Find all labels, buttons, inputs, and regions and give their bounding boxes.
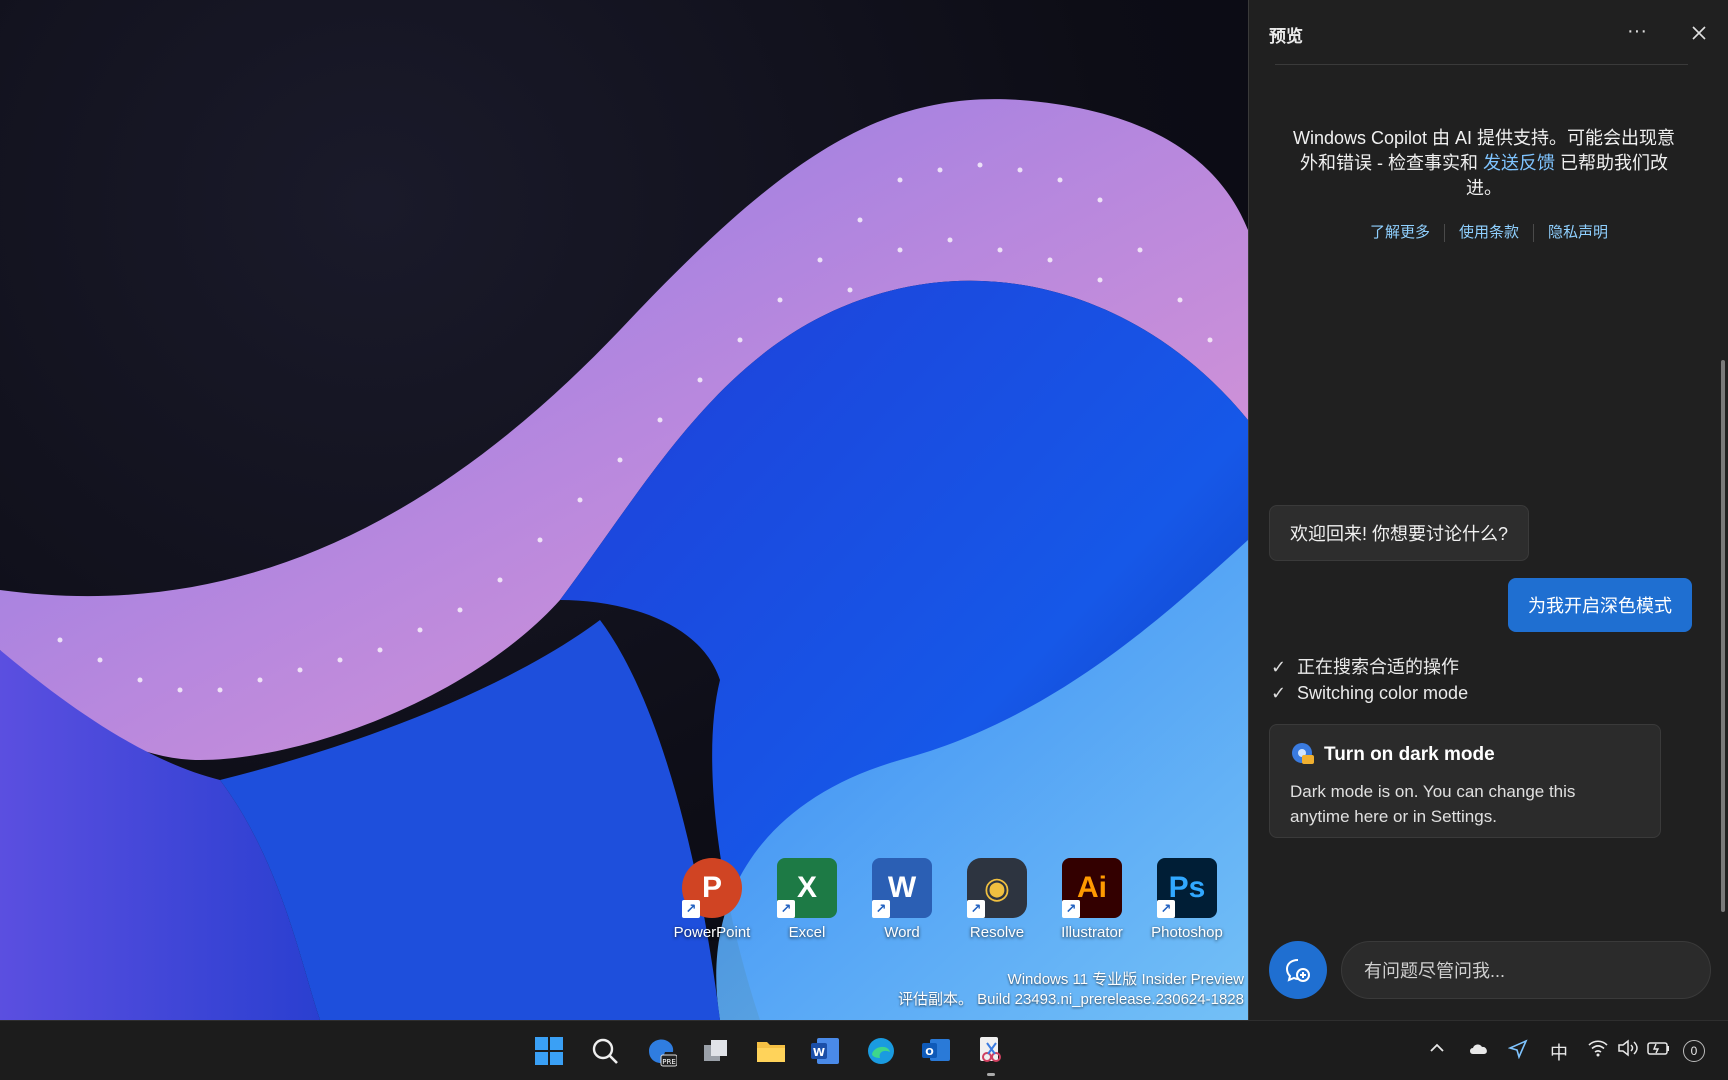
start-button[interactable]	[530, 1032, 568, 1070]
desktop-icon-excel[interactable]: X ↗ Excel	[762, 858, 852, 941]
search-button[interactable]	[586, 1032, 624, 1070]
desktop-icon-photoshop[interactable]: Ps ↗ Photoshop	[1142, 858, 1232, 941]
desktop: P ↗ PowerPoint X ↗ Excel W ↗ Word ◉ ↗ Resolv…	[0, 0, 1248, 1020]
search-icon	[592, 1038, 618, 1064]
copilot-title: 预览	[1269, 27, 1303, 46]
watermark-line-2: 评估副本。 Build 23493.ni_prerelease.230624-1…	[897, 991, 1244, 1008]
copilot-header: 预览 ···	[1249, 0, 1728, 64]
chat-scrollbar[interactable]	[1721, 360, 1725, 912]
new-topic-button[interactable]	[1269, 941, 1327, 999]
ask-me-anything-input[interactable]: 有问题尽管问我...	[1341, 941, 1711, 999]
word-taskbar-button[interactable]: W	[806, 1032, 844, 1070]
outlook-icon: O	[922, 1039, 950, 1061]
new-chat-icon	[1285, 959, 1310, 982]
location-button[interactable]	[1507, 1039, 1528, 1064]
location-arrow-icon	[1507, 1039, 1528, 1060]
wifi-icon	[1588, 1040, 1608, 1057]
photoshop-icon: Ps ↗	[1157, 858, 1217, 918]
wifi-button[interactable]	[1588, 1039, 1608, 1062]
ime-indicator[interactable]: 中	[1550, 1039, 1568, 1065]
checkmark-icon: ✓	[1271, 683, 1287, 703]
resolve-icon: ◉ ↗	[967, 858, 1027, 918]
battery-icon	[1647, 1042, 1669, 1055]
battery-button[interactable]	[1647, 1039, 1671, 1062]
action-step: ✓ Switching color mode	[1271, 683, 1469, 703]
excel-icon: X ↗	[777, 858, 837, 918]
more-options-button[interactable]: ···	[1624, 20, 1650, 46]
desktop-icon-label: Illustrator	[1061, 924, 1123, 941]
card-body: Dark mode is on. You can change this any…	[1290, 782, 1576, 826]
desktop-icon-powerpoint[interactable]: P ↗ PowerPoint	[667, 858, 757, 941]
checkmark-icon: ✓	[1271, 657, 1287, 677]
edge-icon	[868, 1038, 894, 1064]
desktop-icon-label: Resolve	[969, 924, 1025, 941]
card-title: Turn on dark mode	[1324, 744, 1495, 765]
copilot-welcome-message: 欢迎回来! 你想要讨论什么?	[1269, 505, 1530, 561]
volume-button[interactable]	[1617, 1039, 1639, 1062]
send-feedback-link[interactable]: 发送反馈	[1483, 153, 1555, 173]
svg-text:W: W	[813, 1046, 825, 1059]
illustrator-icon: Ai ↗	[1062, 858, 1122, 918]
user-message: 为我开启深色模式	[1508, 578, 1692, 632]
task-view-button[interactable]	[697, 1032, 735, 1070]
input-placeholder: 有问题尽管问我...	[1364, 961, 1506, 981]
legal-links: 了解更多 使用条款 隐私声明	[1249, 221, 1728, 243]
notification-badge[interactable]: 0	[1683, 1040, 1705, 1062]
copilot-icon: PRE	[649, 1039, 677, 1067]
powerpoint-icon: P ↗	[682, 858, 742, 918]
svg-text:PRE: PRE	[662, 1058, 676, 1066]
desktop-icon-label: Word	[884, 924, 920, 941]
copilot-panel: 预览 ··· Windows Copilot 由 AI 提供支持。可能会出现意外…	[1248, 0, 1728, 1020]
chevron-up-icon	[1430, 1043, 1444, 1052]
copilot-taskbar-button[interactable]: PRE	[642, 1032, 680, 1070]
snipping-tool-button[interactable]	[972, 1032, 1010, 1076]
desktop-icon-resolve[interactable]: ◉ ↗ Resolve	[952, 858, 1042, 941]
desktop-icon-illustrator[interactable]: Ai ↗ Illustrator	[1047, 858, 1137, 941]
running-indicator	[987, 1073, 995, 1076]
ai-disclaimer: Windows Copilot 由 AI 提供支持。可能会出现意外和错误 - 检…	[1292, 128, 1676, 198]
onedrive-button[interactable]	[1468, 1039, 1490, 1062]
desktop-icon-label: PowerPoint	[673, 924, 751, 941]
watermark-line-1: Windows 11 专业版 Insider Preview	[1007, 971, 1244, 988]
privacy-statement-link[interactable]: 隐私声明	[1534, 224, 1622, 241]
cloud-icon	[1470, 1044, 1487, 1054]
file-explorer-icon	[757, 1042, 785, 1062]
desktop-icon-label: Photoshop	[1151, 924, 1223, 941]
terms-of-use-link[interactable]: 使用条款	[1445, 224, 1533, 241]
close-button[interactable]	[1686, 20, 1712, 46]
file-explorer-button[interactable]	[752, 1032, 790, 1070]
close-icon	[1692, 26, 1706, 40]
header-divider	[1275, 64, 1688, 65]
svg-text:O: O	[925, 1047, 934, 1058]
action-step: ✓ 正在搜索合适的操作	[1271, 657, 1459, 677]
speaker-icon	[1618, 1039, 1638, 1057]
dark-mode-result-card: Turn on dark mode Dark mode is on. You c…	[1269, 724, 1661, 838]
task-view-icon	[704, 1040, 727, 1061]
settings-app-icon	[1292, 743, 1314, 764]
edge-button[interactable]	[862, 1032, 900, 1070]
taskbar: PRE W O 中 0	[0, 1020, 1728, 1080]
snipping-tool-icon	[980, 1037, 1001, 1062]
start-icon	[535, 1037, 563, 1065]
learn-more-link[interactable]: 了解更多	[1356, 224, 1444, 241]
windows-watermark: Windows 11 专业版 Insider Preview 评估副本。 Bui…	[898, 970, 1244, 1010]
word-icon: W ↗	[872, 858, 932, 918]
desktop-icon-word[interactable]: W ↗ Word	[857, 858, 947, 941]
desktop-icon-label: Excel	[788, 924, 826, 941]
outlook-button[interactable]: O	[917, 1032, 955, 1070]
word-icon: W	[811, 1038, 839, 1064]
show-hidden-icons-button[interactable]	[1428, 1039, 1446, 1062]
